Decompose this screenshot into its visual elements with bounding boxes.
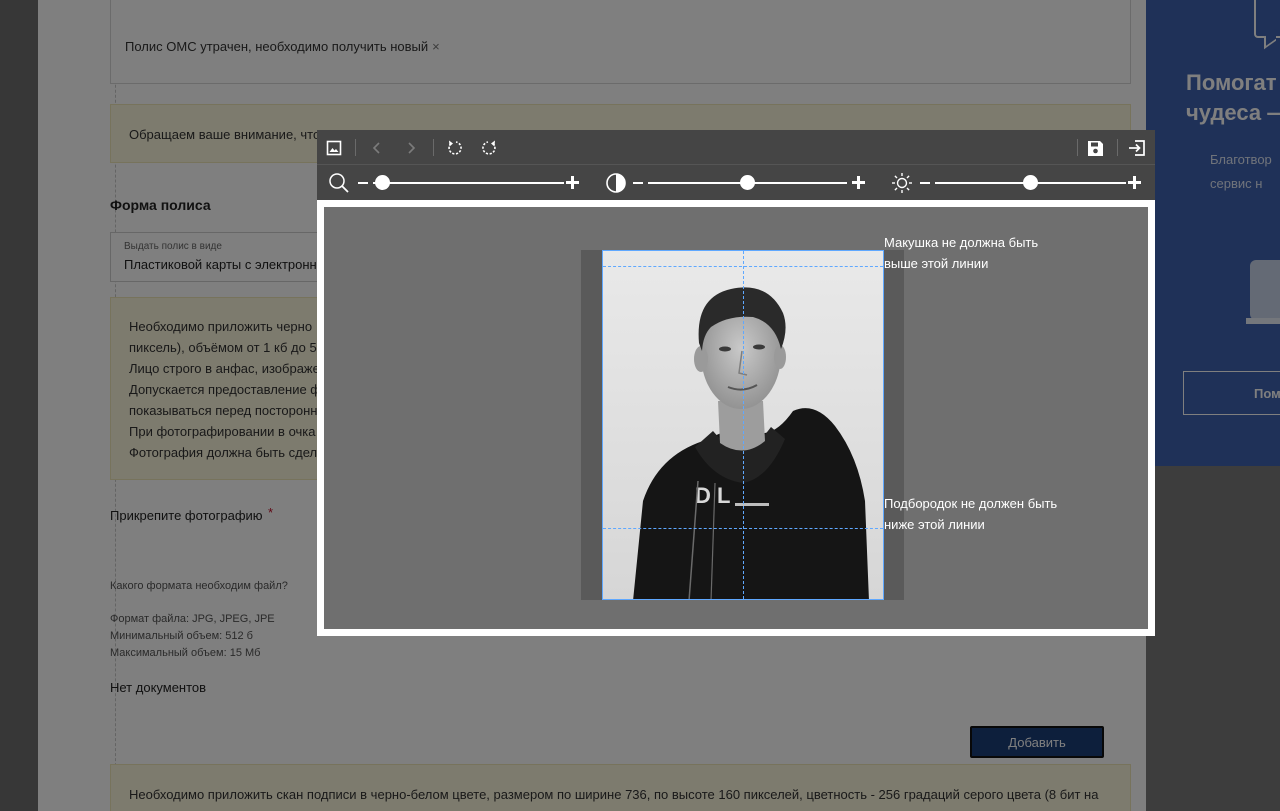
bottom-guide-hint: Подбородок не должен быть ниже этой лини… — [884, 493, 1084, 535]
hint-line: Подбородок не должен быть — [884, 496, 1058, 511]
contrast-minus-icon[interactable] — [633, 182, 643, 184]
prev-icon[interactable] — [365, 136, 389, 160]
next-icon[interactable] — [399, 136, 423, 160]
top-guide-hint: Макушка не должна быть выше этой линии — [884, 232, 1084, 274]
brightness-slider-thumb[interactable] — [1023, 175, 1038, 190]
contrast-icon — [604, 171, 628, 195]
svg-text:D L: D L — [695, 483, 730, 508]
zoom-slider-track[interactable] — [373, 182, 564, 184]
toolbar-separator — [1077, 139, 1078, 156]
image-icon[interactable] — [322, 136, 346, 160]
sun-icon — [890, 171, 914, 195]
toolbar-separator — [433, 139, 434, 156]
zoom-plus-icon[interactable] — [566, 176, 579, 189]
zoom-minus-icon[interactable] — [358, 182, 368, 184]
exit-icon[interactable] — [1125, 136, 1149, 160]
zoom-slider-thumb[interactable] — [375, 175, 391, 190]
magnifier-icon — [327, 171, 351, 195]
brightness-minus-icon[interactable] — [920, 182, 930, 184]
rotate-right-icon[interactable] — [477, 136, 501, 160]
contrast-plus-icon[interactable] — [852, 176, 865, 189]
hint-line: Макушка не должна быть — [884, 235, 1039, 250]
photo-editor-modal: D L Макушка не должна быть выше этой лин… — [317, 130, 1155, 636]
hint-line: ниже этой линии — [884, 517, 985, 532]
crop-area[interactable]: D L — [602, 250, 884, 600]
contrast-slider-thumb[interactable] — [740, 175, 755, 190]
rotate-left-icon[interactable] — [443, 136, 467, 160]
editor-sliders — [317, 165, 1155, 200]
editor-toolbar — [317, 130, 1155, 165]
toolbar-separator — [1117, 139, 1118, 156]
editor-canvas[interactable]: D L Макушка не должна быть выше этой лин… — [317, 200, 1155, 636]
brightness-plus-icon[interactable] — [1128, 176, 1141, 189]
save-icon[interactable] — [1083, 136, 1107, 160]
hint-line: выше этой линии — [884, 256, 989, 271]
center-guide-line — [743, 251, 744, 599]
toolbar-separator — [355, 139, 356, 156]
